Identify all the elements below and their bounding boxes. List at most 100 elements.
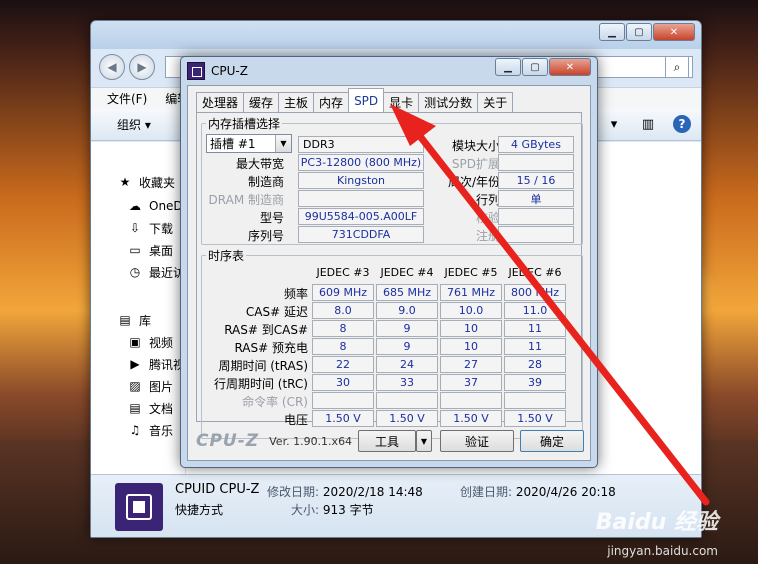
sidebar-item[interactable]: ▭ 桌面 xyxy=(127,240,173,260)
timing-cell: 39 xyxy=(504,374,566,391)
maximize-button[interactable]: ▢ xyxy=(626,23,652,41)
explorer-titlebar: ▁ ▢ ✕ xyxy=(91,21,701,49)
timing-row-label: RAS# 预充电 xyxy=(234,341,308,355)
view-options-icon[interactable]: ▾ xyxy=(605,115,623,133)
sidebar-item-label: 文档 xyxy=(149,401,174,416)
timing-cell: 1.50 V xyxy=(440,410,502,427)
minimize-button[interactable]: ▁ xyxy=(599,23,625,41)
timing-column-header: JEDEC #5 xyxy=(444,266,498,279)
tools-dropdown-arrow-icon[interactable]: ▼ xyxy=(416,430,432,452)
sidebar-item[interactable]: ▤ 文档 xyxy=(127,398,173,418)
tab-4[interactable]: SPD xyxy=(348,88,385,112)
recent-icon: ◷ xyxy=(129,265,141,279)
timing-cell: 8 xyxy=(312,320,374,337)
star-icon: ★ xyxy=(119,175,131,189)
tab-0[interactable]: 处理器 xyxy=(196,92,245,112)
timing-column-header: JEDEC #4 xyxy=(380,266,434,279)
download-icon: ⇩ xyxy=(129,221,141,235)
registered-label: 注册 xyxy=(475,229,500,243)
sidebar-item-label: 库 xyxy=(139,313,152,328)
correction-field xyxy=(498,208,574,225)
timing-cell: 8 xyxy=(312,338,374,355)
timing-cell: 9 xyxy=(376,320,438,337)
sidebar-item[interactable]: ♫ 音乐 xyxy=(127,420,173,440)
timing-cell: 1.50 V xyxy=(312,410,374,427)
sidebar-item[interactable]: ☁ OneD xyxy=(127,196,183,216)
slot-group-title: 内存插槽选择 xyxy=(208,117,281,131)
back-arrow-icon[interactable]: ◀ xyxy=(99,54,125,80)
timing-cell: 609 MHz xyxy=(312,284,374,301)
close-button[interactable]: ✕ xyxy=(653,23,695,41)
sidebar-item[interactable]: ▣ 视频 xyxy=(127,332,173,352)
module-size-field: 4 GBytes xyxy=(498,136,574,153)
cpuz-title: CPU-Z xyxy=(211,64,248,78)
sidebar-item[interactable]: ★ 收藏夹 xyxy=(117,172,175,192)
sidebar-item-label: 图片 xyxy=(149,379,174,394)
modified-value: 2020/2/18 14:48 xyxy=(322,485,423,499)
tools-button[interactable]: 工具 xyxy=(358,430,416,452)
timing-cell: 37 xyxy=(440,374,502,391)
cpuz-minimize-button[interactable]: ▁ xyxy=(495,58,521,76)
slot-value: 插槽 #1 xyxy=(210,137,256,151)
slot-selection-group: 内存插槽选择 插槽 #1 ▼ DDR3 最大带宽 PC3-12800 (800 … xyxy=(201,115,583,245)
sidebar-item[interactable]: ▤ 库 xyxy=(117,310,151,330)
spd-ext-field xyxy=(498,154,574,171)
timing-cell: 8.0 xyxy=(312,302,374,319)
timing-table-group: 时序表 JEDEC #3 JEDEC #4 JEDEC #5 JEDEC #6 频率 60… xyxy=(201,247,583,439)
timing-column-header: JEDEC #6 xyxy=(508,266,562,279)
timing-row-label: 行周期时间 (tRC) xyxy=(213,377,308,391)
timing-cell: 11 xyxy=(504,338,566,355)
timing-cell: 28 xyxy=(504,356,566,373)
tab-2[interactable]: 主板 xyxy=(278,92,315,112)
menu-file[interactable]: 文件(F) xyxy=(107,90,147,107)
timing-cell: 1.50 V xyxy=(376,410,438,427)
navigation-pane: ★收藏夹☁OneD⇩下载▭桌面◷最近访▤库▣视频▶腾讯视▨图片▤文档♫音乐◉家庭… xyxy=(91,142,185,488)
forward-arrow-icon[interactable]: ▶ xyxy=(129,54,155,80)
validate-button[interactable]: 验证 xyxy=(440,430,514,452)
max-bandwidth-field: PC3-12800 (800 MHz) xyxy=(298,154,424,171)
timing-row-label: RAS# 到CAS# xyxy=(224,323,308,337)
help-icon[interactable]: ? xyxy=(673,115,691,133)
watermark-url: jingyan.baidu.com xyxy=(607,544,718,558)
sidebar-item-label: 音乐 xyxy=(149,423,174,438)
spd-panel: 内存插槽选择 插槽 #1 ▼ DDR3 最大带宽 PC3-12800 (800 … xyxy=(196,112,583,439)
tab-3[interactable]: 内存 xyxy=(313,92,350,112)
slot-dropdown[interactable]: 插槽 #1 ▼ xyxy=(206,134,292,153)
tab-1[interactable]: 缓存 xyxy=(243,92,280,112)
sidebar-item[interactable]: ⇩ 下载 xyxy=(127,218,173,238)
timing-cell: 30 xyxy=(312,374,374,391)
timing-cell: 11 xyxy=(504,320,566,337)
week-year-field: 15 / 16 xyxy=(498,172,574,189)
serial-field: 731CDDFA xyxy=(298,226,424,243)
sidebar-item[interactable]: ▨ 图片 xyxy=(127,376,173,396)
cpuz-window: CPU-Z ▁ ▢ ✕ 处理器 缓存 主板 内存 SPD 显卡 测试分数 关于 内存插槽选择 … xyxy=(180,56,598,468)
timing-row-label: 电压 xyxy=(283,413,308,427)
tab-6[interactable]: 测试分数 xyxy=(418,92,479,112)
preview-pane-icon[interactable]: ▥ xyxy=(639,115,657,133)
max-bandwidth-label: 最大带宽 xyxy=(235,157,284,171)
cpuz-app-icon xyxy=(115,483,163,531)
sidebar-item[interactable]: ◷ 最近访 xyxy=(127,262,185,282)
cpuz-titlebar: CPU-Z ▁ ▢ ✕ xyxy=(181,57,597,85)
cpuz-title-icon xyxy=(187,62,205,80)
sidebar-item[interactable]: ▶ 腾讯视 xyxy=(127,354,185,374)
cpuz-body: 处理器 缓存 主板 内存 SPD 显卡 测试分数 关于 内存插槽选择 插槽 #1 ▼ DDR3… xyxy=(187,85,591,461)
timing-cell xyxy=(376,392,438,409)
size-label: 大小: xyxy=(291,503,320,517)
cpuz-maximize-button[interactable]: ▢ xyxy=(522,58,548,76)
ok-button[interactable]: 确定 xyxy=(520,430,584,452)
timing-row-label: 周期时间 (tRAS) xyxy=(218,359,308,373)
timing-row-label: CAS# 延迟 xyxy=(245,305,308,319)
organize-button[interactable]: 组织 ▾ xyxy=(117,116,151,133)
tab-7[interactable]: 关于 xyxy=(477,92,514,112)
chevron-down-icon[interactable]: ▼ xyxy=(275,135,291,152)
timing-cell: 800 MHz xyxy=(504,284,566,301)
correction-label: 校验 xyxy=(475,211,500,225)
timing-cell: 685 MHz xyxy=(376,284,438,301)
timing-cell: 22 xyxy=(312,356,374,373)
cpuz-close-button[interactable]: ✕ xyxy=(549,58,591,76)
search-icon[interactable]: ⌕ xyxy=(665,56,689,78)
sidebar-item-label: 视频 xyxy=(149,335,174,350)
picture-icon: ▨ xyxy=(129,379,141,393)
tab-5[interactable]: 显卡 xyxy=(383,92,420,112)
